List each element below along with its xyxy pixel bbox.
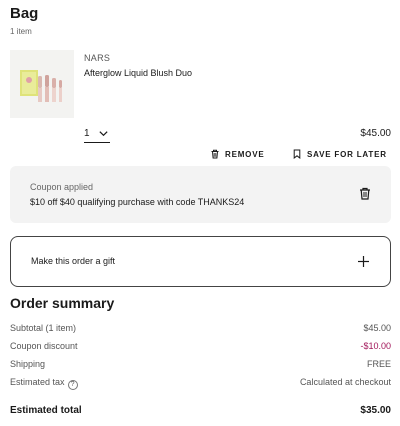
item-count: 1 item [10, 27, 32, 36]
chevron-down-icon [99, 131, 108, 137]
summary-row-coupon-discount: Coupon discount -$10.00 [10, 341, 391, 353]
trash-icon[interactable] [359, 187, 371, 200]
quantity-value: 1 [84, 128, 90, 139]
coupon-discount-label: Coupon discount [10, 341, 78, 351]
estimated-total-value: $35.00 [360, 405, 391, 416]
coupon-panel: Coupon applied $10 off $40 qualifying pu… [10, 166, 391, 223]
summary-row-estimated-tax: Estimated tax? Calculated at checkout [10, 377, 391, 390]
bookmark-icon [293, 149, 301, 159]
order-summary-title: Order summary [10, 295, 115, 311]
coupon-description: $10 off $40 qualifying purchase with cod… [30, 197, 245, 207]
product-thumbnail[interactable] [10, 50, 74, 118]
product-brand: NARS [84, 53, 111, 63]
quantity-select[interactable]: 1 [84, 127, 110, 143]
shipping-value: FREE [366, 359, 391, 369]
summary-row-subtotal: Subtotal (1 item) $45.00 [10, 323, 391, 335]
trash-icon [211, 149, 219, 159]
bag-title: Bag [10, 5, 39, 22]
summary-row-shipping: Shipping FREE [10, 359, 391, 371]
shipping-label: Shipping [10, 359, 46, 369]
coupon-discount-value: -$10.00 [360, 341, 391, 351]
save-for-later-label: SAVE FOR LATER [307, 149, 387, 159]
save-for-later-button[interactable]: SAVE FOR LATER [292, 147, 387, 161]
estimated-tax-label: Estimated tax [10, 377, 65, 387]
gift-label: Make this order a gift [31, 256, 116, 266]
item-price: $45.00 [360, 128, 391, 139]
estimated-tax-label-wrap: Estimated tax? [10, 377, 78, 390]
estimated-total-label: Estimated total [10, 405, 82, 416]
remove-button[interactable]: REMOVE [210, 147, 264, 161]
subtotal-label: Subtotal (1 item) [10, 323, 77, 333]
remove-label: REMOVE [225, 149, 265, 159]
gift-option-button[interactable]: Make this order a gift [10, 236, 391, 287]
estimated-tax-value: Calculated at checkout [299, 377, 391, 387]
product-name[interactable]: Afterglow Liquid Blush Duo [84, 68, 192, 78]
coupon-label: Coupon applied [30, 182, 94, 192]
plus-icon [358, 256, 369, 267]
help-icon[interactable]: ? [67, 380, 78, 390]
summary-row-total: Estimated total $35.00 [10, 405, 391, 419]
subtotal-value: $45.00 [363, 323, 391, 333]
